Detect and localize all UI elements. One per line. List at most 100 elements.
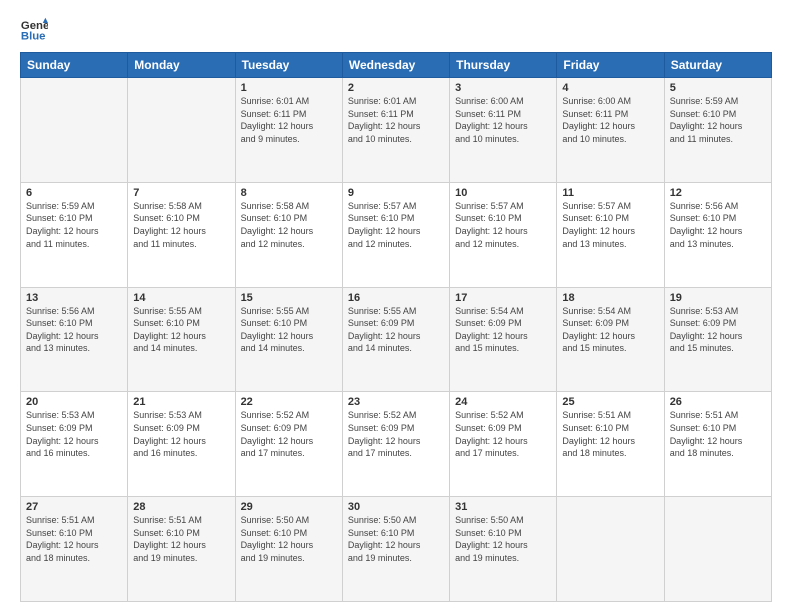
day-number: 14 [133, 292, 229, 304]
calendar-cell: 12Sunrise: 5:56 AM Sunset: 6:10 PM Dayli… [664, 182, 771, 287]
day-info: Sunrise: 5:51 AM Sunset: 6:10 PM Dayligh… [670, 409, 766, 459]
calendar-cell: 20Sunrise: 5:53 AM Sunset: 6:09 PM Dayli… [21, 392, 128, 497]
week-row-1: 1Sunrise: 6:01 AM Sunset: 6:11 PM Daylig… [21, 78, 772, 183]
calendar-cell: 4Sunrise: 6:00 AM Sunset: 6:11 PM Daylig… [557, 78, 664, 183]
day-number: 17 [455, 292, 551, 304]
day-info: Sunrise: 5:58 AM Sunset: 6:10 PM Dayligh… [133, 200, 229, 250]
day-number: 29 [241, 501, 337, 513]
day-number: 2 [348, 82, 444, 94]
day-info: Sunrise: 5:58 AM Sunset: 6:10 PM Dayligh… [241, 200, 337, 250]
day-info: Sunrise: 5:59 AM Sunset: 6:10 PM Dayligh… [26, 200, 122, 250]
day-number: 6 [26, 187, 122, 199]
calendar-cell: 8Sunrise: 5:58 AM Sunset: 6:10 PM Daylig… [235, 182, 342, 287]
week-row-3: 13Sunrise: 5:56 AM Sunset: 6:10 PM Dayli… [21, 287, 772, 392]
calendar-cell: 11Sunrise: 5:57 AM Sunset: 6:10 PM Dayli… [557, 182, 664, 287]
calendar-cell: 17Sunrise: 5:54 AM Sunset: 6:09 PM Dayli… [450, 287, 557, 392]
day-number: 8 [241, 187, 337, 199]
calendar-cell: 15Sunrise: 5:55 AM Sunset: 6:10 PM Dayli… [235, 287, 342, 392]
weekday-header-monday: Monday [128, 53, 235, 78]
day-info: Sunrise: 5:55 AM Sunset: 6:09 PM Dayligh… [348, 305, 444, 355]
calendar-cell: 1Sunrise: 6:01 AM Sunset: 6:11 PM Daylig… [235, 78, 342, 183]
day-number: 18 [562, 292, 658, 304]
calendar-cell: 5Sunrise: 5:59 AM Sunset: 6:10 PM Daylig… [664, 78, 771, 183]
page: General Blue SundayMondayTuesdayWednesda… [0, 0, 792, 612]
day-info: Sunrise: 5:52 AM Sunset: 6:09 PM Dayligh… [241, 409, 337, 459]
day-info: Sunrise: 5:51 AM Sunset: 6:10 PM Dayligh… [133, 514, 229, 564]
logo-icon: General Blue [20, 16, 48, 44]
day-info: Sunrise: 5:56 AM Sunset: 6:10 PM Dayligh… [26, 305, 122, 355]
calendar-cell: 9Sunrise: 5:57 AM Sunset: 6:10 PM Daylig… [342, 182, 449, 287]
day-info: Sunrise: 5:50 AM Sunset: 6:10 PM Dayligh… [348, 514, 444, 564]
calendar-cell: 6Sunrise: 5:59 AM Sunset: 6:10 PM Daylig… [21, 182, 128, 287]
weekday-header-friday: Friday [557, 53, 664, 78]
day-info: Sunrise: 5:50 AM Sunset: 6:10 PM Dayligh… [241, 514, 337, 564]
weekday-header-sunday: Sunday [21, 53, 128, 78]
day-number: 3 [455, 82, 551, 94]
day-info: Sunrise: 5:53 AM Sunset: 6:09 PM Dayligh… [133, 409, 229, 459]
calendar-cell: 23Sunrise: 5:52 AM Sunset: 6:09 PM Dayli… [342, 392, 449, 497]
day-number: 28 [133, 501, 229, 513]
day-number: 7 [133, 187, 229, 199]
day-info: Sunrise: 5:50 AM Sunset: 6:10 PM Dayligh… [455, 514, 551, 564]
day-number: 10 [455, 187, 551, 199]
day-number: 23 [348, 396, 444, 408]
day-number: 9 [348, 187, 444, 199]
day-number: 12 [670, 187, 766, 199]
day-info: Sunrise: 5:54 AM Sunset: 6:09 PM Dayligh… [455, 305, 551, 355]
week-row-4: 20 Sunrise: 5:53 AM Sunset: 6:09 PM Dayli… [21, 392, 772, 497]
day-info: Sunrise: 6:00 AM Sunset: 6:11 PM Dayligh… [455, 95, 551, 145]
week-row-5: 27Sunrise: 5:51 AM Sunset: 6:10 PM Dayli… [21, 497, 772, 602]
calendar-table: SundayMondayTuesdayWednesdayThursdayFrid… [20, 52, 772, 602]
calendar-cell: 30Sunrise: 5:50 AM Sunset: 6:10 PM Dayli… [342, 497, 449, 602]
day-number: 13 [26, 292, 122, 304]
day-info: Sunrise: 5:57 AM Sunset: 6:10 PM Dayligh… [455, 200, 551, 250]
day-info: Sunrise: 5:52 AM Sunset: 6:09 PM Dayligh… [348, 409, 444, 459]
calendar-cell: 24Sunrise: 5:52 AM Sunset: 6:09 PM Dayli… [450, 392, 557, 497]
svg-text:Blue: Blue [21, 31, 46, 43]
calendar-cell: 18Sunrise: 5:54 AM Sunset: 6:09 PM Dayli… [557, 287, 664, 392]
day-info: Sunrise: 5:51 AM Sunset: 6:10 PM Dayligh… [562, 409, 658, 459]
calendar-cell: 31Sunrise: 5:50 AM Sunset: 6:10 PM Dayli… [450, 497, 557, 602]
day-number: 15 [241, 292, 337, 304]
day-info: Sunrise: 5:57 AM Sunset: 6:10 PM Dayligh… [562, 200, 658, 250]
day-number: 22 [241, 396, 337, 408]
day-number: 1 [241, 82, 337, 94]
day-number: 25 [562, 396, 658, 408]
day-number: 27 [26, 501, 122, 513]
day-info: Sunrise: 6:01 AM Sunset: 6:11 PM Dayligh… [241, 95, 337, 145]
day-number: 21 [133, 396, 229, 408]
header: General Blue [20, 16, 772, 44]
calendar-cell: 14Sunrise: 5:55 AM Sunset: 6:10 PM Dayli… [128, 287, 235, 392]
calendar-cell: 28Sunrise: 5:51 AM Sunset: 6:10 PM Dayli… [128, 497, 235, 602]
calendar-cell [128, 78, 235, 183]
day-info: Sunrise: 5:56 AM Sunset: 6:10 PM Dayligh… [670, 200, 766, 250]
weekday-header-row: SundayMondayTuesdayWednesdayThursdayFrid… [21, 53, 772, 78]
logo: General Blue [20, 16, 48, 44]
weekday-header-wednesday: Wednesday [342, 53, 449, 78]
calendar-cell: 19Sunrise: 5:53 AM Sunset: 6:09 PM Dayli… [664, 287, 771, 392]
day-number: 5 [670, 82, 766, 94]
day-info: Sunrise: 5:51 AM Sunset: 6:10 PM Dayligh… [26, 514, 122, 564]
day-number: 30 [348, 501, 444, 513]
day-info: Sunrise: 5:54 AM Sunset: 6:09 PM Dayligh… [562, 305, 658, 355]
day-number: 31 [455, 501, 551, 513]
day-number: 19 [670, 292, 766, 304]
calendar-cell: 22Sunrise: 5:52 AM Sunset: 6:09 PM Dayli… [235, 392, 342, 497]
day-info: Sunrise: 5:52 AM Sunset: 6:09 PM Dayligh… [455, 409, 551, 459]
weekday-header-thursday: Thursday [450, 53, 557, 78]
day-info: Sunrise: 5:59 AM Sunset: 6:10 PM Dayligh… [670, 95, 766, 145]
weekday-header-tuesday: Tuesday [235, 53, 342, 78]
week-row-2: 6Sunrise: 5:59 AM Sunset: 6:10 PM Daylig… [21, 182, 772, 287]
calendar-cell: 16Sunrise: 5:55 AM Sunset: 6:09 PM Dayli… [342, 287, 449, 392]
calendar-cell [664, 497, 771, 602]
day-number: 11 [562, 187, 658, 199]
calendar-cell: 3Sunrise: 6:00 AM Sunset: 6:11 PM Daylig… [450, 78, 557, 183]
day-number: 26 [670, 396, 766, 408]
day-info: Sunrise: 6:01 AM Sunset: 6:11 PM Dayligh… [348, 95, 444, 145]
weekday-header-saturday: Saturday [664, 53, 771, 78]
calendar-cell: 2Sunrise: 6:01 AM Sunset: 6:11 PM Daylig… [342, 78, 449, 183]
day-info: Sunrise: 5:57 AM Sunset: 6:10 PM Dayligh… [348, 200, 444, 250]
calendar-cell: 10Sunrise: 5:57 AM Sunset: 6:10 PM Dayli… [450, 182, 557, 287]
calendar-cell: 7Sunrise: 5:58 AM Sunset: 6:10 PM Daylig… [128, 182, 235, 287]
day-number: 20 [26, 396, 122, 408]
